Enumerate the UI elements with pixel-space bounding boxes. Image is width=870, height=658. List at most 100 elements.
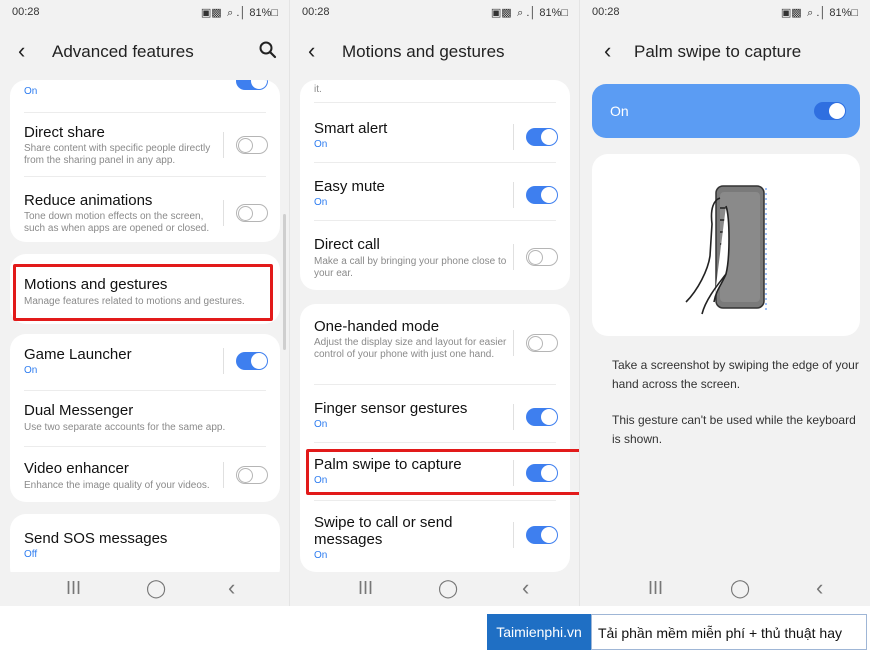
- home-icon[interactable]: ◯: [730, 578, 750, 599]
- brand-tagline[interactable]: Tải phần mềm miễn phí + thủ thuật hay: [591, 614, 867, 650]
- page-title: Palm swipe to capture: [634, 42, 802, 61]
- item-subtitle: Make a call by bringing your phone close…: [314, 256, 507, 279]
- page-title: Advanced features: [52, 42, 194, 61]
- toggle-switch[interactable]: [526, 128, 558, 146]
- divider: [223, 462, 224, 488]
- divider: [314, 162, 556, 163]
- divider: [513, 182, 514, 208]
- toggle-switch[interactable]: [526, 334, 558, 352]
- item-subtitle: Share content with specific people direc…: [24, 143, 211, 166]
- master-switch-bar[interactable]: On: [592, 84, 860, 138]
- toggle-switch[interactable]: [236, 204, 268, 222]
- nav-bar: III ◯ ‹: [580, 572, 870, 606]
- item-state: Off: [24, 549, 38, 560]
- screen-palm-swipe: 00:28 ▣▩ ⌕ .│ 81%□ ‹ Palm swipe to captu…: [580, 0, 870, 606]
- app-bar: ‹ Palm swipe to capture: [580, 28, 870, 72]
- item-subtitle: Use two separate accounts for the same a…: [24, 422, 226, 433]
- divider: [314, 220, 556, 221]
- nav-bar: III ◯ ‹: [290, 572, 580, 606]
- scrollbar[interactable]: [283, 214, 286, 350]
- status-indicators: ▣▩ ⌕ .│ 81%□: [200, 7, 278, 19]
- divider: [24, 176, 266, 177]
- item-state: On: [314, 139, 328, 150]
- nav-bar: III ◯ ‹: [0, 572, 290, 606]
- partial-text: it.: [314, 84, 322, 95]
- brand-logo[interactable]: Taimienphi.vn: [487, 614, 591, 650]
- toggle-switch[interactable]: [526, 526, 558, 544]
- list-item-reduce-animations[interactable]: Reduce animations Tone down motion effec…: [10, 178, 280, 240]
- list-item-one-handed[interactable]: One-handed mode Adjust the display size …: [300, 304, 570, 378]
- item-state: On: [314, 197, 328, 208]
- back-icon[interactable]: ‹: [18, 38, 25, 64]
- item-title: Video enhancer: [24, 460, 129, 477]
- divider: [24, 446, 266, 447]
- toggle-switch[interactable]: [236, 80, 268, 90]
- nav-back-icon[interactable]: ‹: [522, 575, 529, 601]
- divider: [513, 522, 514, 548]
- toggle-switch[interactable]: [814, 102, 846, 120]
- divider: [513, 124, 514, 150]
- recent-apps-icon[interactable]: III: [66, 578, 81, 599]
- divider: [314, 500, 556, 501]
- recent-apps-icon[interactable]: III: [358, 578, 373, 599]
- toggle-switch[interactable]: [526, 408, 558, 426]
- item-state: On: [24, 86, 38, 97]
- screen-motions-gestures: 00:28 ▣▩ ⌕ .│ 81%□ ‹ Motions and gesture…: [290, 0, 580, 606]
- status-bar: 00:28 ▣▩ ⌕ .│ 81%□: [0, 0, 290, 24]
- highlight-box: [13, 264, 273, 321]
- status-bar: 00:28 ▣▩ ⌕ .│ 81%□: [580, 0, 870, 24]
- search-icon[interactable]: [258, 40, 278, 60]
- settings-card-gestures: One-handed mode Adjust the display size …: [300, 304, 570, 572]
- list-item-swipe-to-call[interactable]: Swipe to call or send messages On: [300, 502, 570, 572]
- divider: [314, 384, 556, 385]
- status-time: 00:28: [12, 6, 40, 18]
- item-title: Smart alert: [314, 120, 388, 137]
- list-item-smart-alert[interactable]: Smart alert On: [300, 106, 570, 162]
- home-icon[interactable]: ◯: [438, 578, 458, 599]
- list-item-direct-share[interactable]: Direct share Share content with specific…: [10, 114, 280, 174]
- status-indicators: ▣▩ ⌕ .│ 81%□: [490, 7, 568, 19]
- description-text: Take a screenshot by swiping the edge of…: [612, 358, 859, 391]
- nav-back-icon[interactable]: ‹: [816, 575, 823, 601]
- status-indicators: ▣▩ ⌕ .│ 81%□: [780, 7, 858, 19]
- back-icon[interactable]: ‹: [604, 38, 611, 64]
- list-item-game-launcher[interactable]: Game Launcher On: [10, 334, 280, 388]
- divider: [314, 102, 556, 103]
- list-item-finger-sensor[interactable]: Finger sensor gestures On: [300, 386, 570, 442]
- item-subtitle: Adjust the display size and layout for e…: [314, 337, 507, 360]
- back-icon[interactable]: ‹: [308, 38, 315, 64]
- app-bar: ‹ Motions and gestures: [290, 28, 580, 72]
- status-time: 00:28: [592, 6, 620, 18]
- item-state: On: [24, 365, 38, 376]
- status-time: 00:28: [302, 6, 330, 18]
- highlight-box: [306, 449, 580, 495]
- hand-phone-illustration: [685, 185, 767, 315]
- item-title: Direct call: [314, 236, 380, 253]
- item-state: On: [314, 550, 328, 561]
- list-item-direct-call[interactable]: Direct call Make a call by bringing your…: [300, 222, 570, 290]
- divider: [314, 442, 556, 443]
- list-item-dual-messenger[interactable]: Dual Messenger Use two separate accounts…: [10, 392, 280, 444]
- screen-advanced-features: 00:28 ▣▩ ⌕ .│ 81%□ ‹ Advanced features O…: [0, 0, 290, 606]
- toggle-switch[interactable]: [236, 136, 268, 154]
- nav-back-icon[interactable]: ‹: [228, 575, 235, 601]
- divider: [223, 348, 224, 374]
- divider: [223, 200, 224, 226]
- divider: [223, 132, 224, 158]
- illustration-card: [592, 154, 860, 336]
- toggle-switch[interactable]: [526, 248, 558, 266]
- home-icon[interactable]: ◯: [146, 578, 166, 599]
- item-title: Direct share: [24, 124, 105, 141]
- settings-card-alerts: it. Smart alert On Easy mute On Direct c…: [300, 80, 570, 290]
- item-title: One-handed mode: [314, 318, 440, 335]
- toggle-switch[interactable]: [526, 186, 558, 204]
- toggle-switch[interactable]: [236, 466, 268, 484]
- toggle-switch[interactable]: [236, 352, 268, 370]
- list-item-partial[interactable]: On: [10, 80, 280, 104]
- recent-apps-icon[interactable]: III: [648, 578, 663, 599]
- list-item-video-enhancer[interactable]: Video enhancer Enhance the image quality…: [10, 448, 280, 502]
- settings-card-apps: Game Launcher On Dual Messenger Use two …: [10, 334, 280, 502]
- list-item-easy-mute[interactable]: Easy mute On: [300, 164, 570, 220]
- item-title: Swipe to call or send messages: [314, 514, 453, 548]
- divider: [24, 112, 266, 113]
